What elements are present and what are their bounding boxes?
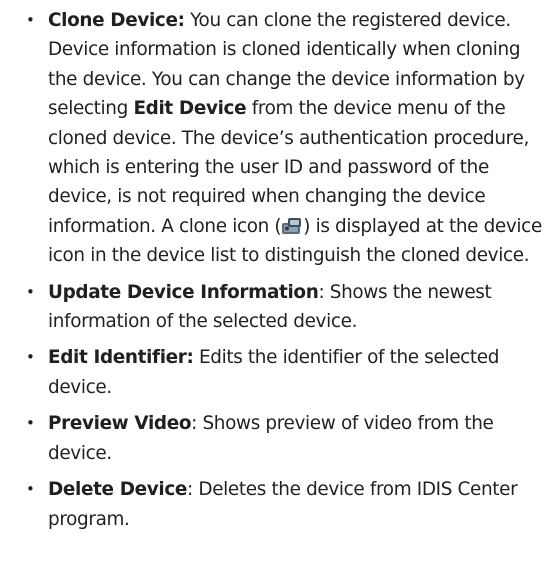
bullet: • bbox=[26, 282, 35, 301]
bullet: • bbox=[26, 414, 35, 433]
document-body: • Clone Device: You can clone the regist… bbox=[0, 0, 556, 534]
list-item-clone-device: • Clone Device: You can clone the regist… bbox=[26, 6, 550, 271]
term-clone-device: Clone Device: bbox=[48, 10, 185, 31]
bullet: • bbox=[26, 480, 35, 499]
term-update-device-information: Update Device Information bbox=[48, 281, 319, 303]
term-edit-identifier: Edit Identifier: bbox=[48, 347, 194, 369]
list-item-delete-device: • Delete Device: Deletes the device from… bbox=[26, 475, 550, 534]
device-menu-list: • Clone Device: You can clone the regist… bbox=[26, 6, 550, 534]
list-item-preview-video: • Preview Video: Shows preview of video … bbox=[26, 409, 550, 468]
bullet: • bbox=[26, 348, 35, 367]
term-preview-video: Preview Video bbox=[48, 413, 192, 435]
list-item-update-device-information: • Update Device Information: Shows the n… bbox=[26, 278, 550, 337]
clone-device-icon bbox=[282, 217, 302, 234]
term-delete-device: Delete Device bbox=[48, 479, 188, 501]
emph-edit-device: Edit Device bbox=[133, 98, 247, 120]
list-item-edit-identifier: • Edit Identifier: Edits the identifier … bbox=[26, 343, 550, 402]
bullet: • bbox=[26, 11, 35, 29]
